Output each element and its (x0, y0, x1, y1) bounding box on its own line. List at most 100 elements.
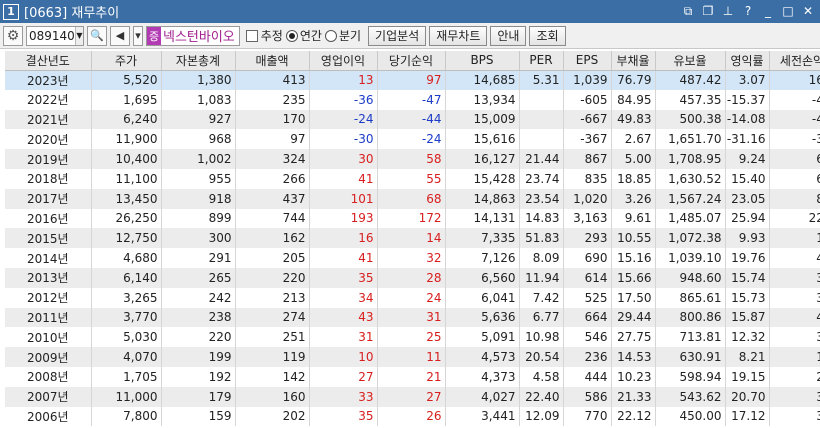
table-cell: 35 (309, 267, 378, 288)
table-cell: 21 (377, 366, 446, 387)
table-row[interactable]: 2021년 6,240 927 170 -24 -44 15,009 -667 49.83 500… (5, 109, 820, 130)
table-cell: 29.44 (611, 307, 656, 328)
table-row[interactable]: 2014년 4,680 291 205 41 32 7,126 8.09 690 15.16 1,0… (5, 248, 820, 268)
pin-icon[interactable]: ⊥ (720, 3, 736, 19)
checkbox-box[interactable] (245, 29, 258, 42)
table-cell: 23.54 (519, 188, 564, 209)
table-row[interactable]: 2006년 7,800 159 202 35 26 3,441 12.09 770 22.12 45… (5, 406, 820, 427)
link-icon[interactable]: ⧉ (680, 3, 696, 19)
column-header[interactable]: 결산년도 (5, 51, 92, 71)
table-cell: 23.05 (725, 188, 770, 209)
table-row[interactable]: 2019년 10,400 1,002 324 30 58 16,127 21.44 867 5.0… (5, 149, 820, 169)
maximize-icon[interactable]: □ (780, 3, 796, 19)
table-cell: 23.74 (519, 168, 564, 189)
column-header[interactable]: 영업이익 (309, 51, 378, 71)
table-cell: 49.83 (611, 109, 656, 130)
table-cell: 867 (563, 149, 612, 169)
table-row[interactable]: 2008년 1,705 192 142 27 21 4,373 4.58 444 10.23 598… (5, 366, 820, 387)
table-cell: 1,039.10 (655, 248, 726, 268)
table-cell: 12,750 (91, 228, 162, 249)
radio-dot-selected[interactable] (285, 29, 298, 42)
table-cell: 13,450 (91, 188, 162, 209)
table-cell: 221 (769, 208, 820, 229)
table-row[interactable]: 2010년 5,030 220 251 31 25 5,091 10.98 546 27.75 71… (5, 327, 820, 348)
column-header[interactable]: 유보율 (655, 51, 726, 71)
table-row[interactable]: 2013년 6,140 265 220 35 28 6,560 11.94 614 15.66 94… (5, 267, 820, 288)
table-cell: 14.83 (519, 208, 564, 229)
table-cell: 19.76 (725, 248, 770, 268)
quarter-radio[interactable]: 분기 (324, 27, 361, 44)
minimize-icon[interactable]: _ (760, 3, 776, 19)
table-cell: 598.94 (655, 366, 726, 387)
column-header[interactable]: 세전손익 (769, 51, 820, 71)
table-cell: 2023년 (5, 70, 92, 90)
column-header[interactable]: 자본총계 (161, 51, 236, 71)
table-row[interactable]: 2011년 3,770 238 274 43 31 5,636 6.77 664 29.44 800… (5, 307, 820, 328)
settings-gear-icon[interactable]: ⚙ (3, 25, 23, 46)
column-header[interactable]: BPS (445, 51, 520, 71)
table-row[interactable]: 2016년 26,250 899 744 193 172 14,131 14.83 3,163 9… (5, 208, 820, 229)
duplicate-icon[interactable]: ❐ (700, 3, 716, 19)
table-row[interactable]: 2017년 13,450 918 437 101 68 14,863 23.54 1,020 3.… (5, 188, 820, 209)
table-row[interactable]: 2015년 12,750 300 162 16 14 7,335 51.83 293 10.55 1… (5, 228, 820, 249)
table-row[interactable]: 2007년 11,000 179 160 33 27 4,027 22.40 586 21.33 5… (5, 386, 820, 407)
table-cell: -30 (309, 129, 378, 150)
guide-button[interactable]: 안내 (490, 25, 527, 46)
table-cell: -605 (563, 89, 612, 110)
financial-chart-button[interactable]: 재무차트 (429, 25, 488, 46)
column-header[interactable]: 영익률 (725, 51, 770, 71)
table-cell: 444 (563, 366, 612, 387)
table-cell: 8.21 (725, 347, 770, 367)
table-cell: 7.42 (519, 287, 564, 308)
column-header[interactable]: EPS (563, 51, 612, 71)
table-row[interactable]: 2023년 5,520 1,380 413 13 97 14,685 5.31 1,039 76.… (5, 70, 820, 90)
chevron-down-icon[interactable]: ▼ (74, 26, 83, 45)
column-header[interactable]: 매출액 (235, 51, 310, 71)
table-cell: 193 (309, 208, 378, 229)
radio-dot[interactable] (324, 29, 337, 42)
table-cell: 34 (769, 406, 820, 427)
table-cell: 6,240 (91, 109, 162, 130)
table-cell: 34 (309, 287, 378, 308)
table-cell: 450.00 (655, 406, 726, 427)
search-icon[interactable]: 🔍 (87, 25, 107, 46)
table-cell: 770 (563, 406, 612, 427)
close-icon[interactable]: ✕ (800, 3, 816, 19)
table-row[interactable]: 2018년 11,100 955 266 41 55 15,428 23.74 835 18.85… (5, 168, 820, 189)
table-cell: 15,616 (445, 129, 520, 150)
table-cell: 5,636 (445, 307, 520, 328)
table-row[interactable]: 2022년 1,695 1,083 235 -36 -47 13,934 -605 84.95 4… (5, 89, 820, 110)
annual-radio[interactable]: 연간 (285, 27, 322, 44)
table-cell: 15.73 (725, 287, 770, 308)
search-button[interactable]: 조회 (529, 25, 566, 46)
table-cell: 13 (309, 70, 378, 90)
table-cell: 4,680 (91, 248, 162, 268)
stock-name-box[interactable]: 증 넥스턴바이오 (146, 25, 240, 46)
column-header[interactable]: 부채율 (611, 51, 656, 71)
table-cell: 26 (377, 406, 446, 427)
table-cell: 21.33 (611, 386, 656, 407)
table-cell: 293 (563, 228, 612, 249)
dropdown-arrow-icon[interactable]: ▾ (133, 25, 143, 46)
speaker-icon[interactable]: ◀ (110, 25, 130, 46)
table-row[interactable]: 2020년 11,900 968 97 -30 -24 15,616 -367 2.67 1,65… (5, 129, 820, 150)
table-row[interactable]: 2009년 4,070 199 119 10 11 4,573 20.54 236 14.53 63… (5, 347, 820, 367)
table-cell: 17.12 (725, 406, 770, 427)
table-cell: 1,002 (161, 149, 236, 169)
table-cell: 43 (309, 307, 378, 328)
table-cell: 690 (563, 248, 612, 268)
table-cell: 1,083 (161, 89, 236, 110)
toolbar: ⚙ 089140 ▼ 🔍 ◀ ▾ 증 넥스턴바이오 추정 연간 분기 기업분석 … (0, 23, 820, 49)
column-header[interactable]: 당기순익 (377, 51, 446, 71)
column-header[interactable]: PER (519, 51, 564, 71)
estimate-checkbox[interactable]: 추정 (245, 27, 283, 44)
help-icon[interactable]: ? (740, 3, 756, 19)
table-cell: 41 (769, 307, 820, 328)
table-cell: 2007년 (5, 386, 92, 407)
table-row[interactable]: 2012년 3,265 242 213 34 24 6,041 7.42 525 17.50 865… (5, 287, 820, 308)
stock-code-input[interactable]: 089140 ▼ (26, 25, 84, 46)
column-header[interactable]: 주가 (91, 51, 162, 71)
table-cell: 172 (377, 208, 446, 229)
table-cell: 1,705 (91, 366, 162, 387)
company-analysis-button[interactable]: 기업분석 (368, 25, 427, 46)
